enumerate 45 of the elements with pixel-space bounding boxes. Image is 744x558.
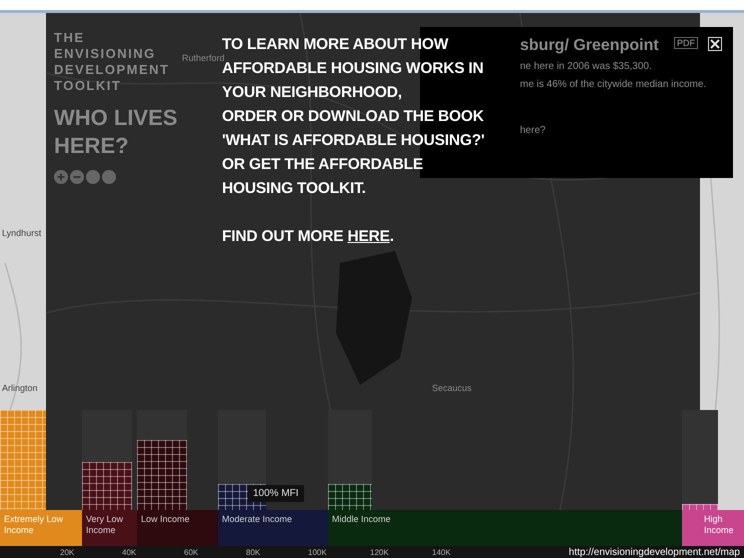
map-place-label: Arlington [2, 383, 38, 393]
income-band-label: Middle Income [332, 514, 392, 525]
message-text: TO LEARN MORE ABOUT HOW [222, 35, 450, 54]
message-text: AFFORDABLE HOUSING WORKS IN [222, 60, 484, 79]
panel-text: me is 46% of the citywide median income. [520, 79, 706, 90]
axis-tick-label: 60K [184, 548, 200, 556]
panel-text: ne here in 2006 was $35,300. [520, 61, 652, 72]
page-heading: WHO LIVES HERE? [54, 104, 178, 160]
income-band-label: High Income [704, 514, 735, 536]
message-text: YOUR NEIGHBORHOOD, [222, 83, 403, 103]
pdf-button[interactable]: PDF [674, 37, 698, 49]
axis-tick-label: 40K [122, 548, 138, 556]
message-text: 'WHAT IS AFFORDABLE HOUSING?' [222, 131, 484, 151]
find-out-more-text: FIND OUT MORE HERE. [222, 227, 395, 247]
income-band[interactable]: Very Low Income [82, 510, 137, 546]
income-band-label: Moderate Income [222, 514, 294, 525]
circle-icon[interactable] [86, 170, 100, 184]
message-text: HOUSING TOOLKIT. [222, 179, 367, 199]
mfi-tooltip: 100% MFI [248, 485, 304, 502]
message-text: OR GET THE AFFORDABLE [222, 155, 424, 175]
axis-tick-label: 100K [308, 548, 328, 556]
toolkit-title: THE ENVISIONING DEVELOPMENT TOOLKIT [54, 30, 170, 94]
plus-icon[interactable] [54, 170, 68, 184]
here-link[interactable]: HERE [348, 228, 390, 245]
panel-title: sburg/ Greenpoint [520, 37, 659, 55]
income-band[interactable]: Moderate Income [218, 510, 328, 546]
income-band-label: Low Income [141, 514, 191, 525]
income-band[interactable]: High Income [682, 510, 744, 546]
close-icon[interactable] [708, 37, 722, 51]
panel-text: here? [520, 125, 546, 136]
axis-tick-label: 80K [246, 548, 262, 556]
minus-icon[interactable] [70, 170, 84, 184]
axis-tick-label: 120K [370, 548, 390, 556]
site-url: http://envisioningdevelopment.net/map [568, 546, 740, 558]
map-place-label: Secaucus [432, 383, 472, 393]
map-place-label: Lyndhurst [2, 228, 42, 238]
income-band[interactable]: Middle Income [328, 510, 682, 546]
axis-tick-label: 140K [432, 548, 452, 556]
income-band[interactable]: Low Income [137, 510, 218, 546]
income-band-label: Very Low Income [86, 514, 124, 536]
axis-tick-label: 20K [60, 548, 76, 556]
income-band-label: Extremely Low Income [4, 514, 64, 536]
message-text: ORDER OR DOWNLOAD THE BOOK [222, 107, 484, 127]
circle-icon[interactable] [102, 170, 116, 184]
map-place-label: Rutherford [182, 53, 225, 63]
